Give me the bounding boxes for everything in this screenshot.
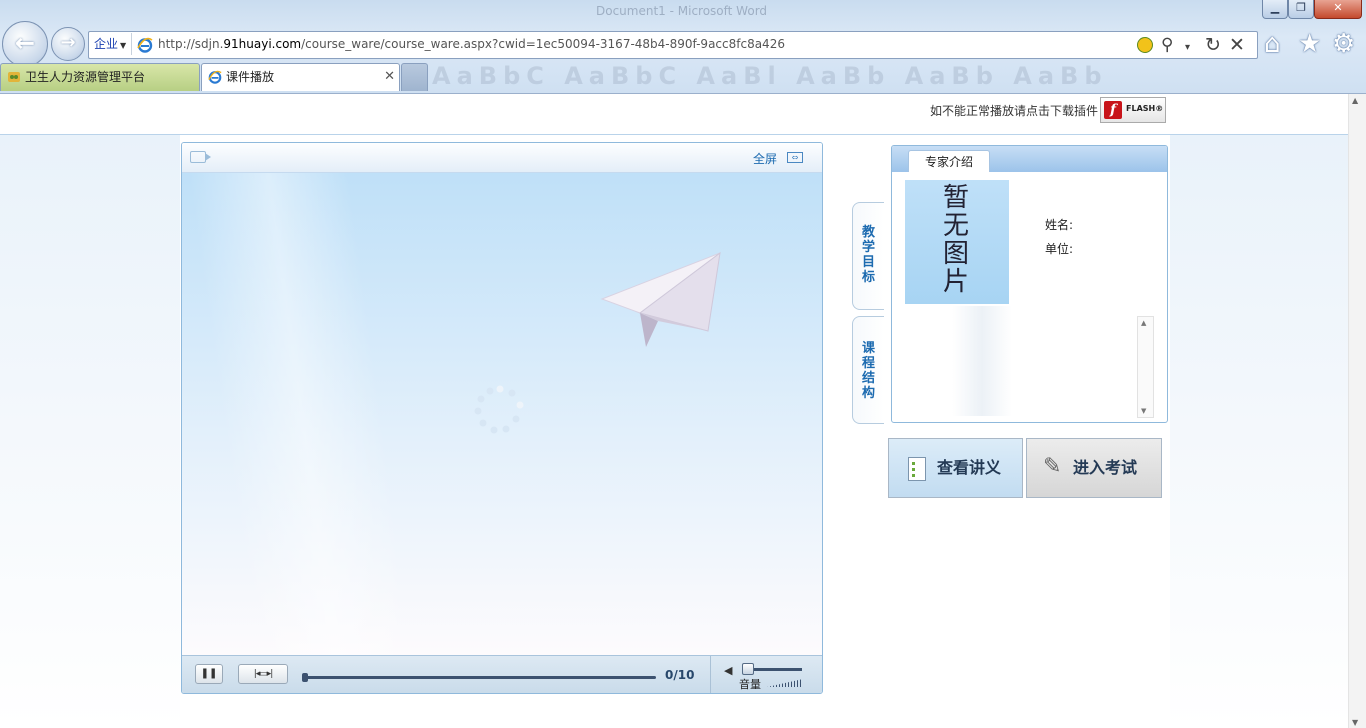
page-scrollbar[interactable]: ▲ ▼ (1348, 94, 1366, 728)
enter-exam-button[interactable]: ✎ 进入考试 (1026, 438, 1162, 498)
no-image-text: 暂无图片 (942, 183, 969, 297)
progress-slider[interactable] (302, 673, 656, 682)
restore-button[interactable]: ❐ (1288, 0, 1314, 19)
search-icon[interactable]: ⚲ (1161, 35, 1173, 55)
pause-button[interactable]: ❚❚ (195, 664, 223, 684)
flash-logo-icon: f (1104, 101, 1122, 119)
scroll-down-icon[interactable]: ▼ (1352, 718, 1358, 727)
expert-name-label: 姓名: (1045, 218, 1074, 232)
stop-icon[interactable]: ✕ (1229, 35, 1245, 55)
tab-hr-platform[interactable]: 卫生人力资源管理平台 (0, 63, 200, 91)
expert-photo-placeholder: 暂无图片 (905, 180, 1009, 304)
document-icon (908, 457, 926, 481)
progress-handle[interactable] (302, 673, 308, 682)
site-favicon-icon (8, 72, 20, 82)
control-divider (710, 656, 711, 693)
view-handout-label: 查看讲义 (937, 458, 1002, 477)
close-window-button[interactable]: ✕ (1314, 0, 1362, 19)
volume-handle[interactable] (742, 663, 754, 675)
minimize-button[interactable]: ▁ (1262, 0, 1288, 19)
scroll-down-icon[interactable]: ▼ (1141, 407, 1146, 415)
tab-label: 课件播放 (226, 70, 275, 84)
flash-notice-bar: 如不能正常播放请点击下载插件 f FLASH® (0, 94, 1349, 135)
pencil-icon: ✎ (1043, 454, 1062, 479)
loading-spinner-icon (474, 385, 524, 434)
fullscreen-icon[interactable]: ⇔ (787, 152, 803, 163)
ie-logo-icon (208, 70, 222, 84)
favorites-star-icon[interactable]: ★ (1298, 30, 1321, 58)
enter-exam-label: 进入考试 (1073, 458, 1138, 477)
video-stage[interactable] (182, 173, 822, 655)
video-player: 全屏 ⇔ ❚❚ |◂▭▸| 0/10 ◀ 音量 (181, 142, 823, 694)
ghost-window-title: Document1 - Microsoft Word (596, 4, 768, 18)
enterprise-mode-dropdown[interactable]: 企业 ▼ (90, 33, 132, 55)
player-header: 全屏 ⇔ (182, 143, 822, 173)
bio-scrollbar[interactable]: ▲ ▼ (1137, 316, 1154, 418)
new-tab-button[interactable] (401, 63, 428, 91)
scroll-up-icon[interactable]: ▲ (1141, 319, 1146, 327)
tab-label: 卫生人力资源管理平台 (25, 70, 146, 84)
ie-logo-icon (137, 37, 153, 53)
flash-notice-text: 如不能正常播放请点击下载插件 (930, 104, 1099, 118)
volume-label: 音量 (739, 678, 761, 691)
tab-expert-intro[interactable]: 专家介绍 (908, 150, 990, 172)
vtab-label: 课程结构 (861, 341, 875, 401)
tab-course-structure[interactable]: 课程结构 (852, 316, 884, 424)
forward-button[interactable]: → (51, 27, 85, 61)
url-text[interactable]: http://sdjn.91huayi.com/course_ware/cour… (158, 37, 785, 51)
back-button[interactable]: ← (2, 21, 48, 67)
tools-gear-icon[interactable]: ⚙ (1332, 30, 1355, 58)
compatibility-view-icon[interactable] (1137, 37, 1153, 53)
player-controls: ❚❚ |◂▭▸| 0/10 ◀ 音量 (182, 655, 822, 693)
stage-light-streak (188, 173, 416, 655)
video-camera-icon (190, 151, 211, 163)
refresh-icon[interactable]: ↻ (1205, 35, 1221, 55)
bio-area (952, 306, 1012, 416)
chevron-down-icon: ▼ (120, 41, 127, 50)
tab-teaching-goals[interactable]: 教学目标 (852, 202, 884, 310)
expert-panel: 专家介绍 暂无图片 姓名: 单位: ▲ ▼ (891, 145, 1168, 423)
url-path: /course_ware/course_ware.aspx?cwid=1ec50… (301, 37, 785, 51)
expert-panel-header: 专家介绍 (892, 146, 1167, 172)
address-bar[interactable]: 企业 ▼ http://sdjn.91huayi.com/course_ware/… (88, 31, 1258, 59)
fullscreen-link[interactable]: 全屏 (753, 150, 777, 167)
expert-unit-label: 单位: (1045, 242, 1074, 256)
step-frame-button[interactable]: |◂▭▸| (238, 664, 288, 684)
address-dropdown-icon[interactable]: ▾ (1185, 38, 1190, 58)
time-counter: 0/10 (665, 668, 695, 682)
speaker-icon[interactable]: ◀ (724, 664, 732, 677)
tab-courseware-player[interactable]: 课件播放 ✕ (201, 63, 400, 91)
flash-badge-text: FLASH® (1126, 104, 1164, 113)
browser-chrome: Document1 - Microsoft Word ▁ ❐ ✕ ← → 企业 ▼… (0, 0, 1366, 93)
vtab-label: 教学目标 (861, 225, 875, 285)
close-tab-icon[interactable]: ✕ (384, 64, 395, 90)
url-prefix: http://sdjn. (158, 37, 224, 51)
url-domain: 91huayi.com (223, 37, 302, 51)
enterprise-label: 企业 (94, 37, 119, 51)
volume-level-bars (767, 679, 803, 687)
flash-download-button[interactable]: f FLASH® (1100, 97, 1166, 123)
page-content: 如不能正常播放请点击下载插件 f FLASH® 全屏 ⇔ ❚❚ |◂▭▸| 0/… (0, 93, 1366, 728)
scroll-up-icon[interactable]: ▲ (1352, 96, 1358, 105)
ghost-ribbon-text: AaBbC AaBbC AaBl AaBb AaBb AaBb (432, 62, 1108, 90)
view-handout-button[interactable]: 查看讲义 (888, 438, 1023, 498)
home-icon[interactable]: ⌂ (1264, 30, 1281, 58)
paper-plane-icon (600, 251, 721, 347)
